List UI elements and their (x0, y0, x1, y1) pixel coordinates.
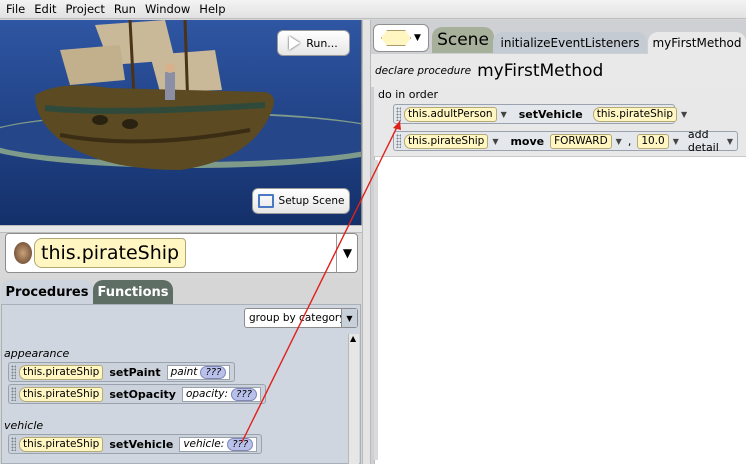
group-by-label: group by category (249, 312, 346, 324)
placeholder-value: ??? (231, 387, 257, 401)
block-method: setVehicle (109, 437, 174, 451)
selected-object-tile: this.pirateShip (34, 238, 187, 268)
group-by-select[interactable]: group by category ▼ (244, 308, 358, 328)
block-method: setPaint (109, 365, 161, 379)
chevron-down-icon[interactable]: ▼ (727, 137, 733, 146)
category-appearance: appearance (4, 347, 70, 360)
type-hexagon-icon (381, 30, 412, 46)
menu-file[interactable]: File (6, 2, 25, 16)
placeholder-value: ??? (200, 365, 227, 379)
chevron-down-icon[interactable]: ▼ (673, 137, 679, 146)
method-name: myFirstMethod (477, 60, 604, 81)
chevron-down-icon[interactable]: ▼ (616, 137, 622, 146)
editor-gutter (374, 160, 378, 460)
statement-method: move (510, 134, 545, 148)
palette-scrollbar[interactable]: ▲ (348, 334, 359, 464)
procedure-header: declare procedure myFirstMethod (371, 54, 746, 87)
tab-procedures[interactable]: Procedures (1, 280, 93, 304)
setup-scene-button[interactable]: Setup Scene (252, 188, 350, 214)
block-target: this.pirateShip (19, 386, 104, 402)
menu-project[interactable]: Project (66, 2, 105, 16)
statement-arg[interactable]: this.pirateShip (592, 106, 678, 122)
chevron-down-icon[interactable]: ▼ (681, 110, 687, 119)
block-target: this.pirateShip (19, 364, 104, 380)
block-param: paint??? (166, 364, 231, 380)
scroll-up-icon[interactable]: ▲ (350, 334, 356, 343)
tab-scene[interactable]: Scene (432, 27, 494, 53)
menu-run[interactable]: Run (114, 2, 136, 16)
fullscreen-icon (257, 194, 274, 208)
category-vehicle: vehicle (4, 419, 44, 432)
statement-method: setVehicle (518, 107, 583, 121)
menu-bar: File Edit Project Run Window Help (0, 0, 746, 19)
chevron-down-icon: ▼ (341, 309, 357, 327)
chevron-down-icon[interactable]: ▼ (501, 110, 507, 119)
menu-edit[interactable]: Edit (34, 2, 56, 16)
horizontal-splitter[interactable] (0, 225, 362, 233)
separator: , (627, 134, 632, 148)
type-selector-button[interactable]: ▼ (373, 24, 429, 52)
vertical-splitter[interactable] (362, 20, 371, 464)
play-icon (289, 36, 301, 50)
block-target: this.pirateShip (19, 436, 104, 452)
direction-value[interactable]: FORWARD (550, 133, 612, 149)
statement-target[interactable]: this.pirateShip (404, 133, 489, 149)
block-method: setOpacity (109, 387, 176, 401)
palette-block-setopacity[interactable]: this.pirateShip setOpacity opacity:??? (8, 384, 266, 404)
tab-my-first-method[interactable]: myFirstMethod (648, 32, 746, 54)
selector-dropdown-icon[interactable]: ▼ (336, 233, 358, 273)
block-param: opacity:??? (181, 386, 261, 402)
chevron-down-icon[interactable]: ▼ (492, 137, 498, 146)
run-button[interactable]: Run... (277, 30, 350, 56)
amount-value[interactable]: 10.0 (637, 133, 669, 149)
statement-setvehicle[interactable]: this.adultPerson ▼ setVehicle this.pirate… (393, 104, 687, 124)
menu-help[interactable]: Help (199, 2, 225, 16)
palette-block-setpaint[interactable]: this.pirateShip setPaint paint??? (8, 362, 236, 382)
run-label: Run... (306, 36, 338, 50)
ship-thumbnail-icon (14, 242, 32, 264)
palette-block-setvehicle[interactable]: this.pirateShip setVehicle vehicle:??? (8, 434, 263, 454)
statement-move[interactable]: this.pirateShip ▼ move FORWARD ▼ , 10.0 ▼ a… (393, 128, 738, 154)
add-detail-button[interactable]: add detail (688, 128, 723, 154)
setup-scene-label: Setup Scene (278, 195, 345, 207)
tab-initialize-event-listeners[interactable]: initializeEventListeners (493, 32, 647, 53)
declare-label: declare procedure (375, 64, 472, 77)
menu-window[interactable]: Window (145, 2, 190, 16)
block-param: vehicle:??? (179, 436, 258, 452)
statement-target[interactable]: this.adultPerson (404, 106, 497, 122)
tab-functions[interactable]: Functions (93, 280, 173, 304)
do-in-order-label: do in order (378, 88, 439, 101)
chevron-down-icon: ▼ (414, 33, 421, 43)
placeholder-value: ??? (227, 437, 254, 451)
